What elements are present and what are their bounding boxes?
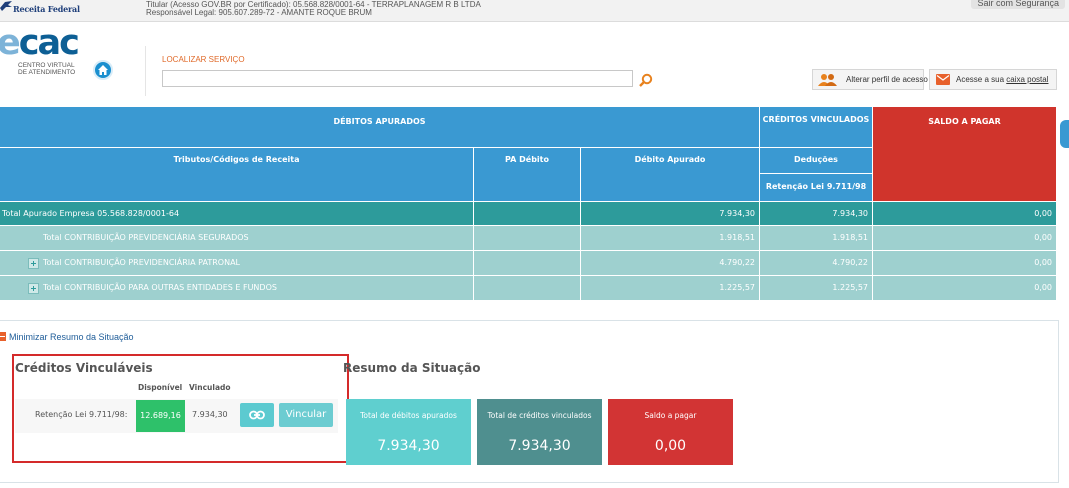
vinculado-column-header: Vinculado [189, 383, 231, 392]
home-icon[interactable] [93, 60, 113, 80]
top-bar: Receita Federal Titular (Acesso GOV.BR p… [0, 0, 1069, 22]
caixa-postal-link[interactable]: caixa postal [1006, 75, 1048, 84]
ecac-logo-text: ecac [0, 23, 80, 63]
saldo-pagar-title: Saldo a pagar [644, 411, 697, 420]
caixa-postal-button[interactable]: Acesse a sua caixa postal [929, 69, 1057, 90]
search-label: LOCALIZAR SERVIÇO [162, 55, 245, 64]
vinculado-value: 7.934,30 [192, 410, 228, 419]
total-debitos-value: 7.934,30 [377, 438, 440, 454]
table-row-2-debito: 4.790,22 [581, 251, 759, 275]
total-creditos-card: Total de créditos vinculados 7.934,30 [477, 399, 602, 465]
total-debitos-title: Total de débitos apurados [360, 411, 457, 420]
table-row-1-saldo: 0,00 [873, 226, 1056, 250]
search-area: LOCALIZAR SERVIÇO [145, 46, 675, 96]
creditos-vinculaveis-title: Créditos Vinculáveis [15, 361, 153, 375]
caixa-postal-prefix: Acesse a sua [956, 75, 1007, 84]
total-row-saldo: 0,00 [873, 202, 1056, 225]
tributos-column-header: Tributos/Códigos de Receita [0, 148, 473, 201]
brand-name: Receita Federal [13, 4, 80, 14]
exit-button[interactable]: Sair com Segurança [971, 0, 1065, 9]
table-row-1-label: Total CONTRIBUIÇÃO PREVIDENCIÁRIA SEGURA… [0, 226, 473, 250]
table-row-2-retencao: 4.790,22 [760, 251, 872, 275]
mail-icon [936, 74, 950, 85]
minimizar-resumo-link[interactable]: Minimizar Resumo da Situação [9, 332, 134, 342]
deducoes-column-header: Deduções [760, 148, 872, 173]
debitos-apurados-header: DÉBITOS APURADOS [0, 107, 759, 147]
retencao-label: Retenção Lei 9.711/98: [35, 410, 128, 419]
saldo-pagar-value: 0,00 [654, 438, 687, 454]
ecac-logo-subtitle: CENTRO VIRTUAL DE ATENDIMENTO [18, 62, 76, 76]
titular-info: Titular (Acesso GOV.BR por Certificado):… [146, 1, 481, 17]
alterar-perfil-button[interactable]: Alterar perfil de acesso [812, 69, 928, 90]
vincular-button[interactable]: Vincular [279, 403, 333, 427]
table-row-2-saldo: 0,00 [873, 251, 1056, 275]
table-row-2-pa [474, 251, 580, 275]
receita-federal-logo[interactable]: Receita Federal [0, 1, 80, 15]
table-row-3-label: Total CONTRIBUIÇÃO PARA OUTRAS ENTIDADES… [0, 276, 473, 300]
table-row-3-debito: 1.225,57 [581, 276, 759, 300]
table-row-3-saldo: 0,00 [873, 276, 1056, 300]
table-row-1-retencao: 1.918,51 [760, 226, 872, 250]
search-input[interactable] [162, 70, 633, 87]
ecac-logo[interactable]: ecac CENTRO VIRTUAL DE ATENDIMENTO [0, 24, 90, 80]
table-row-1-debito: 1.918,51 [581, 226, 759, 250]
total-row-debito: 7.934,30 [581, 202, 759, 225]
total-creditos-value: 7.934,30 [508, 438, 571, 454]
bird-icon [0, 1, 12, 11]
table-row-3-pa [474, 276, 580, 300]
debito-apurado-column-header: Débito Apurado [581, 148, 759, 201]
total-row-label: Total Apurado Empresa 05.568.828/0001-64 [0, 202, 473, 225]
expand-row-2-icon[interactable] [28, 258, 39, 269]
creditos-vinculados-header: CRÉDITOS VINCULADOS [760, 107, 872, 147]
retencao-column-header: Retenção Lei 9.711/98 [760, 174, 872, 201]
pa-debito-column-header: PA Débito [474, 148, 580, 201]
expand-row-3-icon[interactable] [28, 283, 39, 294]
saldo-pagar-card: Saldo a pagar 0,00 [608, 399, 733, 465]
resumo-situacao-title: Resumo da Situação [343, 361, 481, 375]
minus-icon[interactable] [0, 332, 6, 341]
users-icon [818, 74, 837, 86]
table-row-3-retencao: 1.225,57 [760, 276, 872, 300]
total-debitos-card: Total de débitos apurados 7.934,30 [346, 399, 471, 465]
total-row-pa [474, 202, 580, 225]
table-row-1-pa [474, 226, 580, 250]
total-row-retencao: 7.934,30 [760, 202, 872, 225]
disponivel-column-header: Disponível [138, 383, 183, 392]
responsavel-line: Responsável Legal: 905.607.289-72 - AMAN… [146, 8, 372, 17]
saldo-a-pagar-header: SALDO A PAGAR [873, 107, 1056, 201]
side-tab-handle[interactable] [1060, 120, 1069, 148]
link-button[interactable] [240, 403, 274, 427]
search-icon[interactable] [639, 73, 653, 87]
total-creditos-title: Total de créditos vinculados [487, 411, 592, 420]
table-row-2-label: Total CONTRIBUIÇÃO PREVIDENCIÁRIA PATRON… [0, 251, 473, 275]
link-icon [249, 410, 265, 420]
disponivel-value: 12.689,16 [136, 400, 185, 432]
alterar-perfil-label: Alterar perfil de acesso [846, 75, 928, 84]
